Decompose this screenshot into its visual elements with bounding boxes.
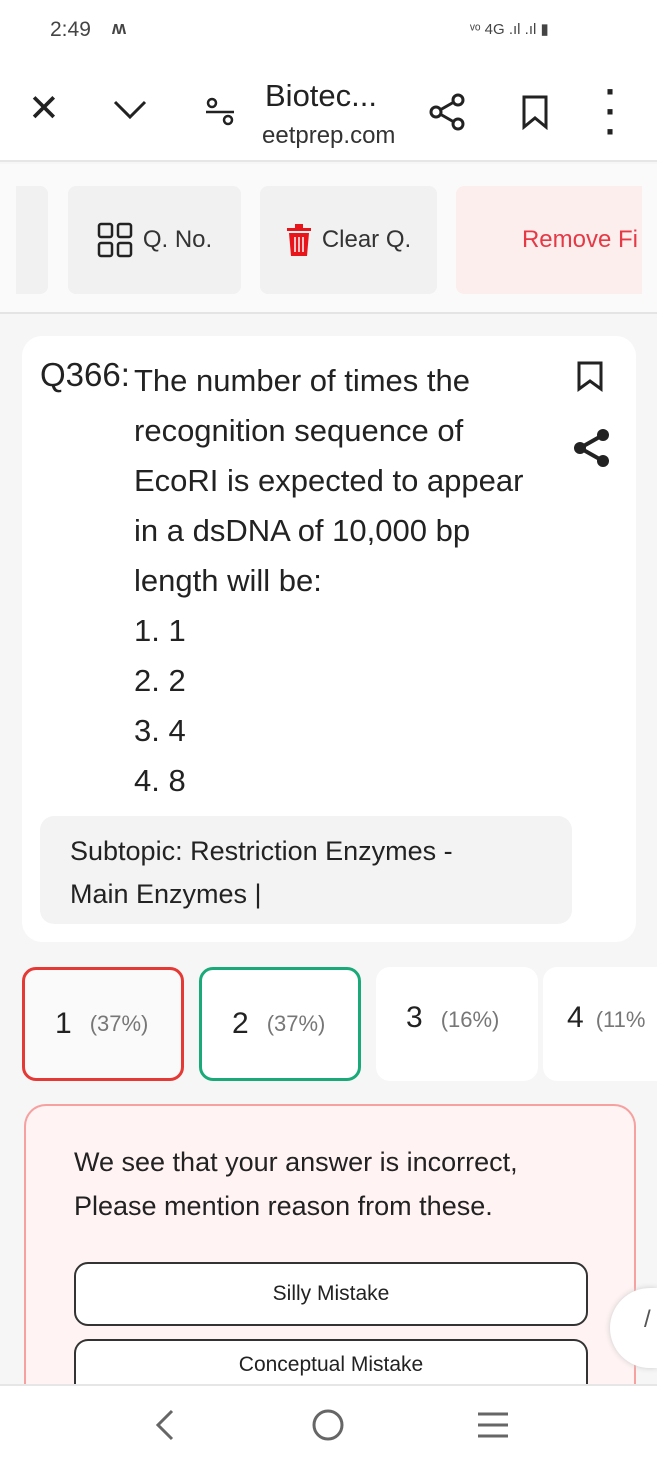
- question-toolbar: Q. No. Clear Q. Remove Fi: [0, 164, 657, 314]
- chevron-down-icon[interactable]: [112, 98, 148, 122]
- remove-filter-button[interactable]: Remove Fi: [456, 186, 642, 294]
- option-text: 3. 4: [134, 713, 186, 748]
- hidden-button[interactable]: [16, 186, 48, 294]
- incorrect-feedback-panel: We see that your answer is incorrect, Pl…: [24, 1104, 636, 1384]
- feedback-text: Please mention reason from these.: [74, 1191, 493, 1221]
- subtopic-line: Subtopic: Restriction Enzymes -: [70, 836, 453, 866]
- answer-number: 2: [232, 1007, 249, 1040]
- option-text: 4. 8: [134, 763, 186, 798]
- answer-option-4[interactable]: 4 (11%: [543, 967, 657, 1081]
- answer-option-2[interactable]: 2 (37%): [199, 967, 361, 1081]
- answer-percent: (11%: [595, 1007, 646, 1032]
- system-nav-bar: [0, 1384, 657, 1461]
- question-card: Q366: The number of times the recognitio…: [22, 336, 636, 942]
- trash-icon: [286, 224, 311, 256]
- question-number-button[interactable]: Q. No.: [68, 186, 241, 294]
- question-line: length will be:: [134, 563, 322, 598]
- subtopic-box: Subtopic: Restriction Enzymes - Main Enz…: [40, 816, 572, 924]
- question-line: in a dsDNA of 10,000 bp: [134, 513, 471, 548]
- option-text: 2. 2: [134, 663, 186, 698]
- answer-percent: (37%): [89, 1011, 149, 1036]
- bookmark-question-icon[interactable]: [576, 360, 604, 392]
- clear-question-button[interactable]: Clear Q.: [260, 186, 437, 294]
- share-question-icon[interactable]: [572, 428, 612, 468]
- answer-option-1[interactable]: 1 (37%): [22, 967, 184, 1081]
- silly-mistake-button[interactable]: Silly Mistake: [74, 1262, 588, 1326]
- home-icon[interactable]: [311, 1408, 345, 1442]
- answer-number: 4: [567, 1001, 584, 1034]
- question-line: recognition sequence of: [134, 413, 464, 448]
- question-line: The number of times the: [134, 363, 470, 398]
- grid-icon: [97, 222, 133, 258]
- question-number-label: Q. No.: [142, 226, 213, 253]
- page-title: Biotec...: [265, 78, 377, 113]
- network-type: 4G: [484, 21, 505, 38]
- tune-icon[interactable]: [204, 96, 236, 126]
- answer-option-3[interactable]: 3 (16%): [376, 967, 538, 1081]
- m-logo-icon: ʍ: [112, 18, 127, 38]
- answer-number: 1: [55, 1007, 72, 1040]
- feedback-text: We see that your answer is incorrect,: [74, 1147, 518, 1177]
- status-bar: 2:49 ʍ ᵛᵒ 4G .ıl .ıl ▮: [0, 0, 657, 60]
- bookmark-icon[interactable]: [520, 94, 550, 130]
- answer-percent: (16%): [440, 1007, 500, 1032]
- page-url: eetprep.com: [262, 122, 396, 149]
- question-text: The number of times the recognition sequ…: [134, 356, 523, 806]
- option-text: 1. 1: [134, 613, 186, 648]
- conceptual-mistake-button[interactable]: Conceptual Mistake: [74, 1339, 588, 1384]
- answer-percent: (37%): [266, 1011, 326, 1036]
- more-options-icon[interactable]: · · ·: [604, 74, 618, 150]
- question-line: EcoRI is expected to appear: [134, 463, 524, 498]
- status-time: 2:49: [50, 18, 91, 41]
- remove-filter-label: Remove Fi: [521, 226, 638, 253]
- back-icon[interactable]: [152, 1408, 176, 1442]
- clear-question-label: Clear Q.: [321, 226, 412, 253]
- share-icon[interactable]: [428, 92, 468, 132]
- close-icon[interactable]: ✕: [28, 86, 60, 131]
- question-number: Q366:: [40, 356, 130, 393]
- recents-icon[interactable]: [476, 1410, 510, 1440]
- subtopic-line: Main Enzymes |: [70, 879, 262, 909]
- browser-app-bar: ✕ Biotec... eetprep.com · · ·: [0, 60, 657, 162]
- signal-icon: ᵛᵒ 4G .ıl .ıl ▮: [470, 21, 549, 38]
- answer-number: 3: [406, 1001, 423, 1034]
